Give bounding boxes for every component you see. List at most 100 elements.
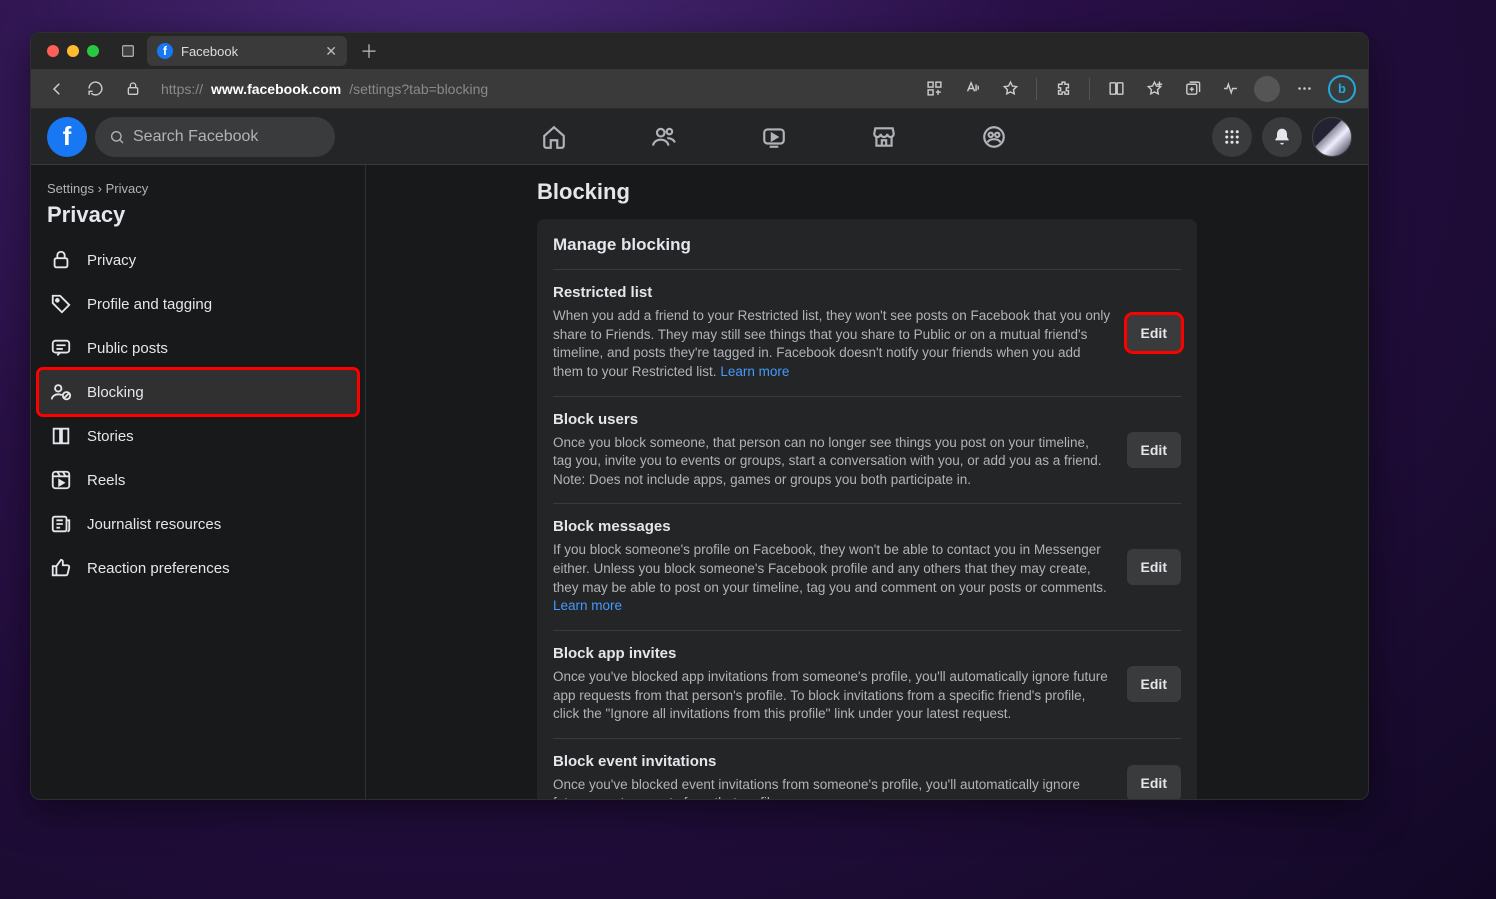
url-host: www.facebook.com [211,81,341,97]
browser-profile-button[interactable] [1254,76,1280,102]
edit-button-restricted[interactable]: Edit [1127,315,1181,351]
sidebar-item-label: Journalist resources [87,516,221,533]
toolbar-actions: b [920,75,1356,103]
edit-button-app-invites[interactable]: Edit [1127,666,1181,702]
sidebar-item-reels[interactable]: Reels [39,458,357,502]
breadcrumb-privacy[interactable]: Privacy [106,181,149,196]
sidebar-item-label: Public posts [87,340,168,357]
search-placeholder: Search Facebook [133,128,258,146]
edit-button-messages[interactable]: Edit [1127,549,1181,585]
like-icon [49,556,73,580]
page-title: Blocking [537,179,1197,205]
url-scheme: https:// [161,81,203,97]
section-heading: Block app invites [553,645,1111,662]
main-content: Blocking Manage blocking Restricted list… [366,165,1368,799]
learn-more-link[interactable]: Learn more [553,598,622,613]
sidebar-item-label: Reels [87,472,125,489]
settings-sidebar: Settings › Privacy Privacy Privacy Profi… [31,165,366,799]
collections-button[interactable] [1178,75,1206,103]
facebook-logo[interactable]: f [47,117,87,157]
notifications-button[interactable] [1262,117,1302,157]
page-viewport: f Search Facebook Settings [31,109,1368,799]
browser-tab[interactable]: f Facebook ✕ [147,36,347,66]
favorites-bar-button[interactable] [1140,75,1168,103]
blocking-card: Manage blocking Restricted list When you… [537,219,1197,799]
edit-button-event-invites[interactable]: Edit [1127,765,1181,799]
minimize-window-button[interactable] [67,45,79,57]
tab-strip: f Facebook ✕ ＋ [31,33,1368,69]
new-tab-button[interactable]: ＋ [355,38,383,64]
sidebar-item-label: Profile and tagging [87,296,212,313]
section-heading: Block event invitations [553,753,1111,770]
search-icon [109,129,125,145]
sidebar-item-label: Privacy [87,252,136,269]
account-button[interactable] [1312,117,1352,157]
browser-window: f Facebook ✕ ＋ https:// www.facebook.com /… [30,32,1369,800]
section-desc: Once you've blocked app invitations from… [553,668,1111,724]
nav-marketplace[interactable] [864,117,904,157]
sidebar-item-label: Blocking [87,384,144,401]
tag-icon [49,292,73,316]
browser-toolbar: https:// www.facebook.com/settings?tab=bl… [31,69,1368,109]
section-block-messages: Block messages If you block someone's pr… [553,503,1181,630]
section-restricted-list: Restricted list When you add a friend to… [553,269,1181,396]
nav-groups[interactable] [974,117,1014,157]
site-info-button[interactable] [119,75,147,103]
section-desc: Once you block someone, that person can … [553,434,1111,490]
chat-icon [49,336,73,360]
sidebar-item-public-posts[interactable]: Public posts [39,326,357,370]
sidebar-item-label: Stories [87,428,134,445]
address-bar[interactable]: https:// www.facebook.com/settings?tab=bl… [161,81,488,97]
more-button[interactable] [1290,75,1318,103]
tab-close-button[interactable]: ✕ [325,43,337,60]
performance-button[interactable] [1216,75,1244,103]
breadcrumb-settings[interactable]: Settings [47,181,94,196]
window-controls [47,45,99,57]
extensions-button[interactable] [920,75,948,103]
facebook-header: f Search Facebook [31,109,1368,165]
breadcrumb-sep: › [98,181,102,196]
header-right [1212,117,1352,157]
sidebar-item-reactions[interactable]: Reaction preferences [39,546,357,590]
edit-button-users[interactable]: Edit [1127,432,1181,468]
url-path: /settings?tab=blocking [349,81,488,97]
search-input[interactable]: Search Facebook [95,117,335,157]
section-block-users: Block users Once you block someone, that… [553,396,1181,504]
split-screen-button[interactable] [1102,75,1130,103]
learn-more-link[interactable]: Learn more [720,364,789,379]
lock-icon [49,248,73,272]
facebook-favicon-icon: f [157,43,173,59]
favorite-button[interactable] [996,75,1024,103]
refresh-button[interactable] [81,75,109,103]
menu-button[interactable] [1212,117,1252,157]
section-desc: When you add a friend to your Restricted… [553,307,1111,382]
section-heading: Block users [553,411,1111,428]
book-icon [49,424,73,448]
read-aloud-button[interactable] [958,75,986,103]
sidebar-item-privacy[interactable]: Privacy [39,238,357,282]
back-button[interactable] [43,75,71,103]
sidebar-item-stories[interactable]: Stories [39,414,357,458]
section-desc: Once you've blocked event invitations fr… [553,776,1111,799]
close-window-button[interactable] [47,45,59,57]
section-desc: If you block someone's profile on Facebo… [553,541,1111,616]
sidebar-item-blocking[interactable]: Blocking [39,370,357,414]
sidebar-item-profile-tagging[interactable]: Profile and tagging [39,282,357,326]
nav-friends[interactable] [644,117,684,157]
extension-puzzle-button[interactable] [1049,75,1077,103]
tab-title: Facebook [181,44,238,59]
block-user-icon [49,380,73,404]
tab-overview-button[interactable] [117,40,139,62]
section-block-event-invites: Block event invitations Once you've bloc… [553,738,1181,799]
section-block-app-invites: Block app invites Once you've blocked ap… [553,630,1181,738]
sidebar-title: Privacy [39,200,357,238]
nav-home[interactable] [534,117,574,157]
maximize-window-button[interactable] [87,45,99,57]
settings-body: Settings › Privacy Privacy Privacy Profi… [31,165,1368,799]
nav-watch[interactable] [754,117,794,157]
bing-button[interactable]: b [1328,75,1356,103]
sidebar-item-journalist[interactable]: Journalist resources [39,502,357,546]
section-heading: Block messages [553,518,1111,535]
sidebar-item-label: Reaction preferences [87,560,230,577]
center-nav [335,117,1212,157]
